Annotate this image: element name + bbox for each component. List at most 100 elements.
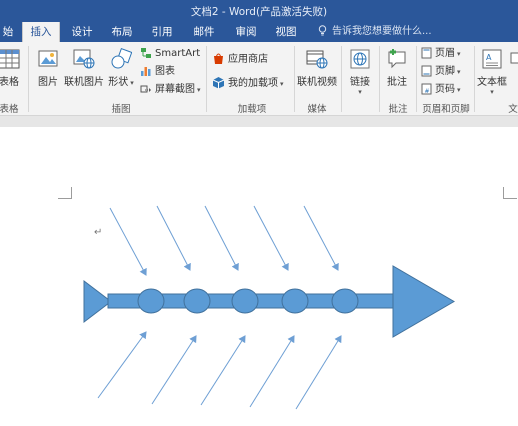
screenshot-label: 屏幕截图: [155, 84, 195, 95]
picture-button[interactable]: 图片: [34, 48, 62, 88]
shapes-label: 形状 ▾: [108, 77, 134, 88]
group-separator: [28, 46, 29, 112]
document-page[interactable]: ↵: [0, 127, 518, 426]
document-background: [0, 117, 518, 127]
my-addins-label: 我的加载项: [228, 78, 278, 89]
group-separator: [206, 46, 207, 112]
tab-design[interactable]: 设计: [66, 22, 98, 42]
group-separator: [294, 46, 295, 112]
tab-references[interactable]: 引用: [146, 22, 178, 42]
more-text-button[interactable]: [510, 52, 518, 64]
tab-mailings[interactable]: 邮件: [188, 22, 220, 42]
cause-arrow-bottom[interactable]: [151, 335, 197, 405]
title-bar: 文档2 - Word(产品激活失败): [0, 0, 518, 22]
online-picture-icon: [73, 49, 95, 69]
smartart-button[interactable]: SmartArt: [140, 46, 200, 62]
header-label: 页眉: [435, 48, 455, 59]
tab-view[interactable]: 视图: [270, 22, 302, 42]
group-separator: [474, 46, 475, 112]
fishbone-head[interactable]: [392, 265, 455, 338]
group-illustrations-label: 插图: [111, 104, 131, 115]
page-number-button[interactable]: # 页码 ▾: [421, 82, 461, 98]
shapes-button[interactable]: 形状 ▾: [106, 48, 136, 88]
smartart-label: SmartArt: [155, 48, 201, 59]
group-tables-label: 表格: [0, 104, 19, 115]
fishbone-node[interactable]: [331, 288, 359, 314]
online-video-button[interactable]: 联机视频: [296, 48, 338, 88]
online-picture-button[interactable]: 联机图片: [64, 48, 104, 88]
tell-me-text: 告诉我您想要做什么...: [332, 26, 432, 37]
footer-button[interactable]: 页脚 ▾: [421, 64, 461, 80]
comment-label: 批注: [387, 77, 407, 88]
fishbone-diagram[interactable]: [0, 127, 518, 426]
cause-arrow-bottom[interactable]: [249, 335, 295, 408]
screenshot-button[interactable]: 屏幕截图 ▾: [140, 82, 201, 98]
store-icon: [214, 53, 223, 64]
cause-arrow-top[interactable]: [303, 205, 339, 271]
addins-icon: [212, 77, 225, 89]
my-addins-button[interactable]: 我的加载项 ▾: [212, 76, 284, 92]
textbox-icon: A: [482, 49, 502, 69]
cause-arrow-top[interactable]: [204, 205, 239, 271]
page-number-label: 页码: [435, 84, 455, 95]
svg-text:#: #: [425, 88, 430, 95]
link-button[interactable]: 链接 ▾: [344, 48, 376, 96]
picture-label: 图片: [38, 77, 58, 88]
group-header-footer-label: 页眉和页脚: [422, 104, 470, 115]
fishbone-node[interactable]: [231, 288, 259, 314]
group-media-label: 媒体: [307, 104, 327, 115]
footer-label: 页脚: [435, 66, 455, 77]
table-icon: [0, 49, 20, 69]
fishbone-node[interactable]: [183, 288, 211, 314]
ribbon-insert: 表格 表格 图片 联机图片 形状 ▾ SmartArt 图表 屏幕截图 ▾ 插图…: [0, 42, 518, 116]
group-separator: [416, 46, 417, 112]
cause-arrow-bottom[interactable]: [200, 335, 246, 406]
tab-home[interactable]: 始: [0, 22, 16, 42]
store-label: 应用商店: [228, 54, 268, 65]
textbox-label: 文本框: [477, 77, 507, 88]
cause-arrow-bottom[interactable]: [97, 331, 147, 399]
comment-icon: [388, 49, 406, 69]
window-title: 文档2 - Word(产品激活失败): [190, 6, 328, 18]
smartart-icon: [141, 48, 151, 58]
textbox-button[interactable]: A 文本框 ▾: [476, 48, 508, 96]
tab-layout[interactable]: 布局: [106, 22, 138, 42]
group-separator: [341, 46, 342, 112]
ribbon-tabs: 始 插入 设计 布局 引用 邮件 审阅 视图 告诉我您想要做什么...: [0, 22, 518, 42]
page-number-icon: #: [421, 83, 432, 95]
fishbone-node[interactable]: [281, 288, 309, 314]
store-button[interactable]: 应用商店: [212, 52, 268, 68]
group-addins-label: 加载项: [237, 104, 267, 115]
shapes-icon: [111, 48, 132, 69]
link-icon: [350, 49, 370, 69]
online-video-label: 联机视频: [297, 77, 337, 88]
table-button[interactable]: 表格: [0, 48, 22, 88]
chart-button[interactable]: 图表: [140, 64, 175, 80]
tell-me-box[interactable]: 告诉我您想要做什么...: [318, 22, 432, 42]
group-text-label: 文: [508, 104, 518, 115]
fishbone-tail[interactable]: [83, 279, 112, 324]
chart-icon: [141, 67, 151, 76]
svg-text:A: A: [486, 53, 492, 62]
tab-insert[interactable]: 插入: [22, 22, 60, 42]
online-video-icon: [306, 50, 328, 69]
link-label: 链接: [350, 77, 370, 88]
lightbulb-icon: [318, 25, 327, 36]
fishbone-node[interactable]: [137, 288, 165, 314]
link-dropdown-icon: ▾: [358, 88, 362, 96]
picture-icon: [38, 50, 58, 67]
cause-arrow-top[interactable]: [253, 205, 289, 271]
quick-parts-icon: [510, 52, 518, 64]
cause-arrow-top[interactable]: [156, 205, 191, 271]
cause-arrow-top[interactable]: [109, 207, 147, 276]
online-picture-label: 联机图片: [64, 77, 104, 88]
comment-button[interactable]: 批注: [382, 48, 412, 88]
footer-icon: [421, 65, 432, 77]
group-comments-label: 批注: [388, 104, 408, 115]
header-button[interactable]: 页眉 ▾: [421, 46, 461, 62]
cause-arrow-bottom[interactable]: [295, 335, 342, 410]
textbox-dropdown-icon: ▾: [490, 88, 494, 96]
tab-review[interactable]: 审阅: [230, 22, 262, 42]
header-icon: [421, 47, 432, 59]
chart-label: 图表: [155, 66, 175, 77]
